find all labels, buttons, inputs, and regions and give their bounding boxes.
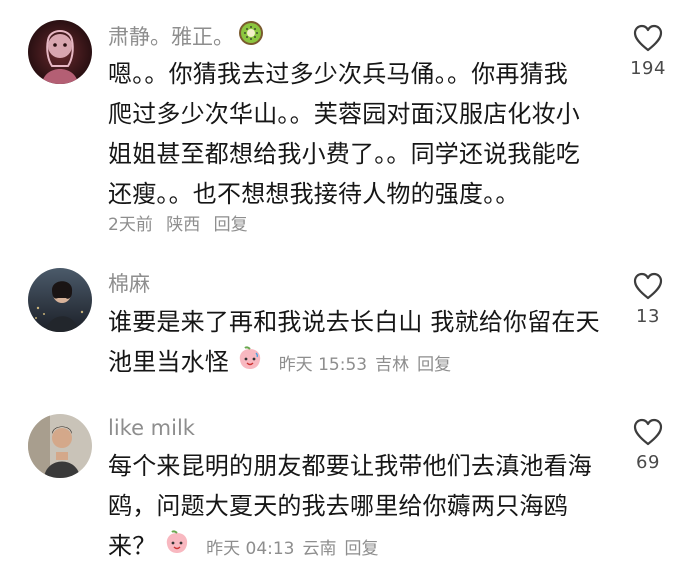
kiwi-emoji-icon bbox=[238, 20, 264, 51]
avatar[interactable] bbox=[28, 20, 92, 84]
comment-time: 昨天 15:53 bbox=[278, 355, 368, 375]
comment-time: 昨天 04:13 bbox=[206, 539, 295, 559]
comment-meta: 2天前 陕西 回复 bbox=[108, 210, 256, 235]
comment-meta: 昨天 15:53 吉林 回复 bbox=[271, 355, 451, 375]
comment-line: 池里当水怪 昨天 15:53 吉林 回复 bbox=[108, 342, 608, 385]
comment-line: 谁要是来了再和我说去长白山 我就给你留在天 bbox=[108, 308, 600, 336]
peach-face-emoji-icon bbox=[237, 343, 263, 383]
username-text: like milk bbox=[108, 416, 195, 440]
reply-button[interactable]: 回复 bbox=[214, 215, 248, 235]
like-button[interactable]: 13 bbox=[612, 272, 684, 327]
like-button[interactable]: 194 bbox=[612, 24, 684, 79]
heart-outline-icon bbox=[633, 418, 663, 446]
comment-username[interactable]: 棉麻 bbox=[108, 268, 150, 298]
heart-outline-icon bbox=[633, 272, 663, 300]
comment-location: 云南 bbox=[302, 539, 337, 559]
heart-outline-icon bbox=[633, 24, 663, 52]
reply-button[interactable]: 回复 bbox=[345, 539, 379, 559]
comment-username[interactable]: 肃静。雅正。 bbox=[108, 20, 264, 51]
comment-time: 2天前 bbox=[108, 215, 153, 235]
like-count: 69 bbox=[636, 452, 660, 473]
comment-username[interactable]: like milk bbox=[108, 416, 195, 440]
comment-text: 每个来昆明的朋友都要让我带他们去滇池看海 鸥，问题大夏天的我去哪里给你薅两只海鸥… bbox=[108, 446, 608, 569]
comment-line: 嗯。。你猜我去过多少次兵马俑。。你再猜我 bbox=[108, 60, 568, 88]
comment-meta: 昨天 04:13 云南 回复 bbox=[198, 539, 378, 559]
comment-line-text: 来？ bbox=[108, 532, 157, 560]
comment-text: 嗯。。你猜我去过多少次兵马俑。。你再猜我 爬过多少次华山。。芙蓉园对面汉服店化妆… bbox=[108, 54, 608, 214]
like-count: 13 bbox=[636, 306, 660, 327]
comment-location: 吉林 bbox=[375, 355, 410, 375]
username-text: 肃静。雅正。 bbox=[108, 24, 234, 49]
comment-line: 来？ 昨天 04:13 云南 回复 bbox=[108, 526, 608, 569]
comment-line: 还瘦。。也不想想我接待人物的强度。。 bbox=[108, 180, 520, 208]
comment-location: 陕西 bbox=[166, 215, 201, 235]
avatar[interactable] bbox=[28, 414, 92, 478]
comment-line-text: 池里当水怪 bbox=[108, 348, 229, 376]
comment-line: 每个来昆明的朋友都要让我带他们去滇池看海 bbox=[108, 452, 592, 480]
like-button[interactable]: 69 bbox=[612, 418, 684, 473]
username-text: 棉麻 bbox=[108, 272, 150, 296]
avatar[interactable] bbox=[28, 268, 92, 332]
comment-line: 鸥，问题大夏天的我去哪里给你薅两只海鸥 bbox=[108, 492, 568, 520]
comment-line: 爬过多少次华山。。芙蓉园对面汉服店化妆小 bbox=[108, 100, 580, 128]
peach-face-emoji-icon bbox=[164, 527, 190, 567]
reply-button[interactable]: 回复 bbox=[417, 355, 451, 375]
like-count: 194 bbox=[630, 58, 666, 79]
comment-text: 谁要是来了再和我说去长白山 我就给你留在天 池里当水怪 昨天 15:53 吉林 回复 bbox=[108, 302, 608, 385]
comment-line: 姐姐甚至都想给我小费了。。同学还说我能吃 bbox=[108, 140, 580, 168]
